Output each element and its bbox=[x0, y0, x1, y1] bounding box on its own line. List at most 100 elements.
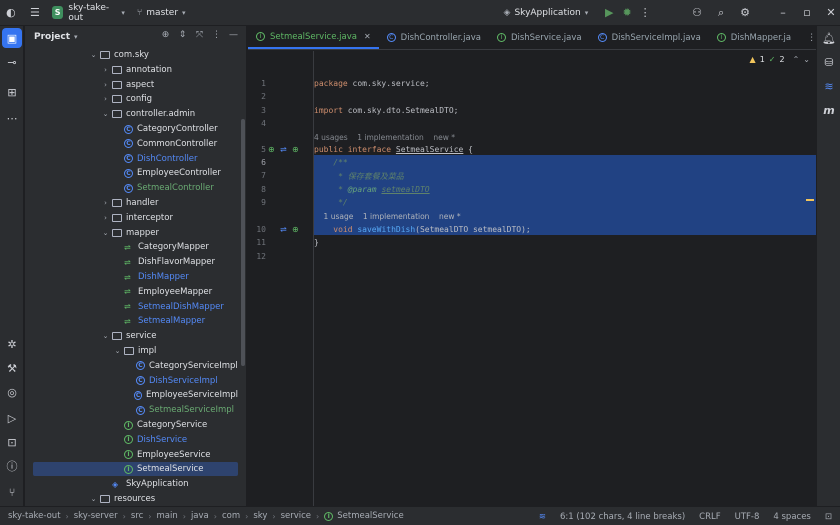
collapse-all-icon[interactable]: ⤧ bbox=[193, 30, 206, 40]
terminal-icon[interactable]: ⊡ bbox=[2, 432, 22, 452]
chevron-right-icon[interactable]: › bbox=[101, 95, 110, 103]
tree-item[interactable]: C DishController bbox=[33, 152, 238, 166]
tree-item[interactable]: C SetmealServiceImpl bbox=[33, 403, 238, 417]
tree-item[interactable]: › handler bbox=[33, 196, 238, 210]
tree-item[interactable]: I SetmealService bbox=[33, 462, 238, 477]
breadcrumb-item[interactable]: sky-take-out bbox=[8, 511, 61, 521]
tree-item[interactable]: › annotation bbox=[33, 63, 238, 77]
tree-item[interactable]: ⇌ EmployeeMapper bbox=[33, 285, 238, 299]
project-tree-scrollbar[interactable] bbox=[241, 119, 245, 366]
gradle-status-icon[interactable]: ≋ bbox=[539, 512, 546, 522]
tree-item[interactable]: C CategoryServiceImpl bbox=[33, 359, 238, 373]
mybatis-icon[interactable]: ⇌ bbox=[280, 225, 287, 234]
line-separator[interactable]: CRLF bbox=[699, 512, 720, 522]
tree-item[interactable]: C EmployeeController bbox=[33, 166, 238, 180]
more-tools-icon[interactable]: ⋯ bbox=[2, 108, 22, 128]
implemented-icon[interactable]: ⊕ bbox=[268, 145, 275, 154]
tree-item[interactable]: I EmployeeService bbox=[33, 448, 238, 462]
chevron-right-icon[interactable]: › bbox=[101, 199, 110, 207]
database-icon[interactable]: ⛁ bbox=[819, 52, 839, 72]
tab-options-icon[interactable]: ⋮ bbox=[799, 26, 824, 49]
editor-tab[interactable]: I SetmealService.java ✕ bbox=[248, 26, 379, 49]
tree-item[interactable]: ⇌ SetmealMapper bbox=[33, 314, 238, 328]
tree-item[interactable]: ⌄ mapper bbox=[33, 226, 238, 240]
code-vision-hint[interactable]: 1 usage 1 implementation new * bbox=[314, 212, 461, 221]
breadcrumb-item[interactable]: main bbox=[156, 511, 177, 521]
tree-item[interactable]: › aspect bbox=[33, 78, 238, 92]
tree-item[interactable]: ⌄ service bbox=[33, 329, 238, 343]
hide-panel-icon[interactable]: — bbox=[227, 30, 240, 40]
git-icon[interactable]: ⑂ bbox=[2, 482, 22, 502]
add-user-icon[interactable]: ⚇ bbox=[688, 3, 706, 23]
project-selector[interactable]: S sky-take-out ▾ bbox=[51, 3, 125, 23]
chevron-right-icon[interactable]: › bbox=[101, 81, 110, 89]
search-icon[interactable]: ⌕ bbox=[712, 3, 730, 23]
tree-item[interactable]: I DishService bbox=[33, 433, 238, 447]
tree-item[interactable]: C SetmealController bbox=[33, 181, 238, 195]
tree-item[interactable]: ⇌ SetmealDishMapper bbox=[33, 300, 238, 314]
tree-item[interactable]: ⇌ DishMapper bbox=[33, 270, 238, 284]
tree-item[interactable]: C CategoryController bbox=[33, 122, 238, 136]
structure-icon[interactable]: ⊞ bbox=[2, 82, 22, 102]
implemented-icon[interactable]: ⊕ bbox=[292, 225, 299, 234]
options-icon[interactable]: ⋮ bbox=[210, 30, 223, 40]
chevron-down-icon[interactable]: ⌄ bbox=[89, 51, 98, 59]
run-tool-icon[interactable]: ▷ bbox=[2, 408, 22, 428]
editor-tab[interactable]: C DishController.java bbox=[379, 26, 489, 49]
breadcrumb-item[interactable]: sky bbox=[253, 511, 267, 521]
build-icon[interactable]: ⚒ bbox=[2, 358, 22, 378]
tree-item[interactable]: C CommonController bbox=[33, 137, 238, 151]
indent-setting[interactable]: 4 spaces bbox=[773, 512, 810, 522]
tree-item[interactable]: ⌄ com.sky bbox=[33, 48, 238, 62]
tree-item[interactable]: ◈ SkyApplication bbox=[33, 477, 238, 491]
tree-item[interactable]: ⇌ DishFlavorMapper bbox=[33, 255, 238, 269]
implemented-icon[interactable]: ⊕ bbox=[292, 145, 299, 154]
chevron-down-icon[interactable]: ⌄ bbox=[101, 110, 110, 118]
main-menu-icon[interactable]: ☰ bbox=[26, 3, 44, 23]
chevron-down-icon[interactable]: ⌄ bbox=[101, 332, 110, 340]
run-icon[interactable]: ▶ bbox=[600, 3, 618, 23]
breadcrumb-item[interactable]: sky-server bbox=[74, 511, 118, 521]
gradle-icon[interactable]: ≋ bbox=[819, 76, 839, 96]
breadcrumb-item[interactable]: SetmealService bbox=[337, 511, 403, 521]
services-icon[interactable]: ◎ bbox=[2, 382, 22, 402]
caret-position[interactable]: 6:1 (102 chars, 4 line breaks) bbox=[560, 512, 685, 522]
ai-assistant-icon[interactable]: m bbox=[819, 100, 839, 120]
chevron-right-icon[interactable]: › bbox=[101, 66, 110, 74]
expand-all-icon[interactable]: ⇕ bbox=[176, 30, 189, 40]
close-tab-icon[interactable]: ✕ bbox=[364, 32, 371, 41]
chevron-down-icon[interactable]: ⌄ bbox=[113, 347, 122, 355]
code-vision-hint[interactable]: 4 usages 1 implementation new * bbox=[314, 133, 455, 142]
commit-icon[interactable]: ⊸ bbox=[2, 52, 22, 72]
breadcrumb-item[interactable]: com bbox=[222, 511, 240, 521]
editor-tab[interactable]: I DishMapper.ja bbox=[709, 26, 799, 49]
app-logo-icon[interactable]: ◐ bbox=[2, 3, 20, 23]
tree-item[interactable]: ⌄ resources bbox=[33, 492, 238, 506]
chevron-right-icon[interactable]: › bbox=[101, 214, 110, 222]
debug-icon[interactable]: ✹ bbox=[618, 3, 636, 23]
code-editor[interactable]: package com.sky.service; import com.sky.… bbox=[314, 51, 816, 506]
minimize-icon[interactable]: – bbox=[774, 3, 792, 23]
close-icon[interactable]: ✕ bbox=[822, 3, 840, 23]
tree-item[interactable]: › config bbox=[33, 92, 238, 106]
locate-icon[interactable]: ⊕ bbox=[159, 30, 172, 40]
breadcrumb-item[interactable]: service bbox=[281, 511, 311, 521]
file-encoding[interactable]: UTF-8 bbox=[735, 512, 760, 522]
editor-tab[interactable]: I DishService.java bbox=[489, 26, 590, 49]
tree-item[interactable]: I CategoryService bbox=[33, 418, 238, 432]
mybatis-icon[interactable]: ⇌ bbox=[280, 145, 287, 154]
tree-item[interactable]: ⇌ CategoryMapper bbox=[33, 240, 238, 254]
debug-tool-icon[interactable]: ✲ bbox=[2, 334, 22, 354]
tree-item[interactable]: › interceptor bbox=[33, 211, 238, 225]
branch-selector[interactable]: ⑂ master ▾ bbox=[137, 8, 186, 18]
breadcrumb-item[interactable]: src bbox=[131, 511, 143, 521]
tree-item[interactable]: C DishServiceImpl bbox=[33, 374, 238, 388]
chevron-down-icon[interactable]: ⌄ bbox=[101, 229, 110, 237]
chevron-down-icon[interactable]: ⌄ bbox=[89, 495, 98, 503]
breadcrumb-item[interactable]: java bbox=[191, 511, 209, 521]
run-config-selector[interactable]: ◈ SkyApplication ▾ bbox=[504, 8, 589, 18]
tree-item[interactable]: C EmployeeServiceImpl bbox=[33, 388, 238, 402]
problems-icon[interactable]: ⓘ bbox=[2, 456, 22, 476]
restore-icon[interactable]: ▫ bbox=[798, 3, 816, 23]
editor-tab[interactable]: C DishServiceImpl.java bbox=[590, 26, 709, 49]
